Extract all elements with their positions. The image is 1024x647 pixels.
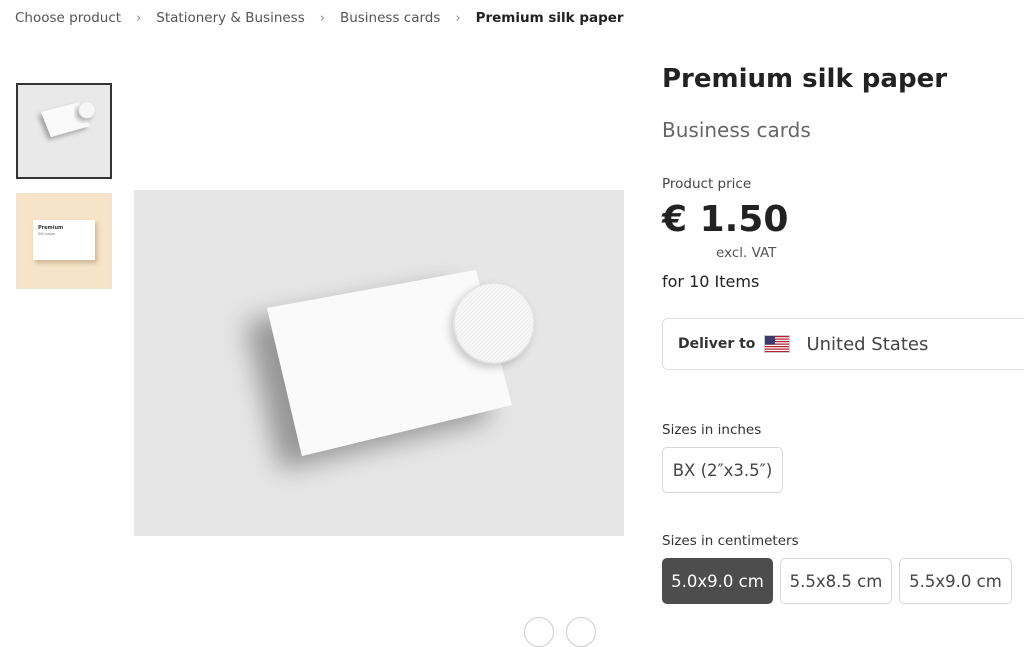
sizes-cm-label: Sizes in centimeters: [662, 533, 799, 549]
vat-note: excl. VAT: [716, 245, 777, 261]
thumbnail-card-peach[interactable]: Premium Silk paper: [16, 193, 112, 289]
deliver-to-country: United States: [806, 333, 929, 355]
business-card-mockup: [267, 270, 535, 456]
product-price: € 1.50: [662, 199, 789, 240]
breadcrumb-item-business-cards[interactable]: Business cards: [340, 10, 440, 26]
product-category: Business cards: [662, 118, 811, 142]
chevron-right-icon: ›: [136, 10, 142, 26]
us-flag-icon: [764, 335, 791, 353]
thumb-card-subtitle: Silk paper: [38, 232, 56, 236]
size-option-5-5x8-5[interactable]: 5.5x8.5 cm: [780, 558, 892, 604]
quantity-note: for 10 Items: [662, 272, 760, 291]
breadcrumb-item-stationery[interactable]: Stationery & Business: [156, 10, 304, 26]
thumbnail-card-gray[interactable]: [16, 83, 112, 179]
breadcrumb-current: Premium silk paper: [475, 10, 624, 26]
carousel-next-button[interactable]: [566, 617, 596, 647]
product-main-image: [134, 190, 624, 536]
sizes-inches-label: Sizes in inches: [662, 422, 762, 438]
chevron-right-icon: ›: [319, 10, 325, 26]
thumb-card-title: Premium: [38, 225, 64, 231]
size-option-5-0x9-0[interactable]: 5.0x9.0 cm: [662, 558, 773, 604]
size-option-5-5x9-0[interactable]: 5.5x9.0 cm: [899, 558, 1012, 604]
breadcrumb: Choose product › Stationery & Business ›…: [15, 9, 624, 27]
business-card-thumb-image: [41, 101, 96, 137]
breadcrumb-item-choose-product[interactable]: Choose product: [15, 10, 121, 26]
business-card-thumb-image: [33, 220, 95, 260]
price-label: Product price: [662, 176, 752, 192]
size-option-bx[interactable]: BX (2″x3.5″): [662, 447, 783, 493]
deliver-to-label: Deliver to: [678, 336, 756, 352]
chevron-right-icon: ›: [455, 10, 461, 26]
carousel-prev-button[interactable]: [524, 617, 554, 647]
product-title: Premium silk paper: [662, 64, 948, 94]
deliver-to-selector[interactable]: Deliver to United States: [662, 318, 1024, 370]
